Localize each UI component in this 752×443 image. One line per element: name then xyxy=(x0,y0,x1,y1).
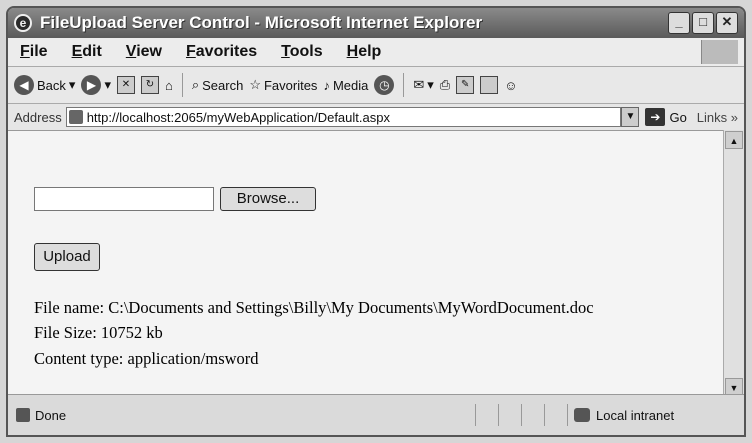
discuss-button[interactable] xyxy=(480,76,499,94)
go-button[interactable]: ➔ Go xyxy=(645,108,687,126)
windows-logo-icon xyxy=(701,40,738,64)
menu-help[interactable]: Help xyxy=(335,43,394,61)
toolbar-separator xyxy=(181,73,183,97)
edit-button[interactable]: ✎ xyxy=(456,76,475,94)
maximize-button[interactable]: □ xyxy=(692,12,714,34)
messenger-button[interactable]: ☺ xyxy=(504,78,517,93)
discuss-icon xyxy=(480,76,499,94)
status-cell xyxy=(521,404,544,426)
status-bar: Done Local intranet xyxy=(8,394,744,435)
toolbar-separator xyxy=(403,73,405,97)
page-done-icon xyxy=(16,408,30,422)
vertical-scrollbar[interactable]: ▲ ▼ xyxy=(723,130,744,397)
background-bleed-through xyxy=(338,136,738,391)
history-button[interactable]: ◷ xyxy=(374,75,395,95)
security-zone: Local intranet xyxy=(567,404,744,426)
print-button[interactable]: ⎙ xyxy=(440,77,450,93)
status-text: Done xyxy=(35,407,67,423)
status-cell xyxy=(475,404,498,426)
mail-icon: ✉ xyxy=(413,77,425,92)
search-icon: ⌕ xyxy=(191,77,200,92)
menu-edit[interactable]: Edit xyxy=(60,43,114,61)
address-dropdown-button[interactable]: ▼ xyxy=(621,107,640,127)
dropdown-icon: ▾ xyxy=(427,77,434,92)
address-input[interactable]: http://localhost:2065/myWebApplication/D… xyxy=(65,107,622,127)
stop-button[interactable]: ✕ xyxy=(116,76,135,94)
go-arrow-icon: ➔ xyxy=(645,108,666,126)
refresh-icon: ↻ xyxy=(140,76,159,94)
history-icon: ◷ xyxy=(374,75,395,95)
upload-button[interactable]: Upload xyxy=(34,243,100,271)
content-type-label: Content type: application/msword xyxy=(34,349,259,368)
intranet-icon xyxy=(574,408,590,422)
print-icon: ⎙ xyxy=(439,77,451,92)
status-cell xyxy=(544,404,567,426)
page-icon xyxy=(68,110,83,124)
favorites-button[interactable]: ☆ Favorites xyxy=(249,77,317,93)
home-button[interactable]: ⌂ xyxy=(165,78,173,93)
media-button[interactable]: ♪ Media xyxy=(323,78,368,93)
toolbar: ◀ Back ▾ ▶ ▾ ✕ ↻ ⌂ ⌕ Search ☆ Favorites … xyxy=(8,67,744,104)
address-url: http://localhost:2065/myWebApplication/D… xyxy=(86,109,390,125)
menu-bar: File Edit View Favorites Tools Help xyxy=(8,38,744,67)
scroll-up-icon[interactable]: ▲ xyxy=(725,131,743,149)
file-path-input[interactable] xyxy=(34,187,214,211)
address-label: Address xyxy=(14,109,62,125)
file-size-label: File Size: 10752 kb xyxy=(34,323,163,342)
menu-favorites[interactable]: Favorites xyxy=(174,43,269,61)
menu-file[interactable]: File xyxy=(8,43,60,61)
star-icon: ☆ xyxy=(249,77,261,92)
browser-window: e FileUpload Server Control - Microsoft … xyxy=(6,6,746,437)
edit-icon: ✎ xyxy=(456,76,475,94)
address-bar: Address http://localhost:2065/myWebAppli… xyxy=(8,104,744,131)
close-button[interactable]: ✕ xyxy=(716,12,738,34)
file-name-label: File name: C:\Documents and Settings\Bil… xyxy=(34,298,594,317)
stop-icon: ✕ xyxy=(116,76,135,94)
title-bar: e FileUpload Server Control - Microsoft … xyxy=(8,8,744,38)
menu-tools[interactable]: Tools xyxy=(269,43,334,61)
dropdown-icon: ▾ xyxy=(68,77,76,92)
dropdown-icon: ▾ xyxy=(104,77,111,92)
menu-view[interactable]: View xyxy=(114,43,174,61)
messenger-icon: ☺ xyxy=(504,77,518,93)
browse-button[interactable]: Browse... xyxy=(220,187,316,211)
media-icon: ♪ xyxy=(323,77,330,93)
forward-arrow-icon: ▶ xyxy=(81,75,102,95)
search-button[interactable]: ⌕ Search xyxy=(192,77,243,93)
status-cell xyxy=(498,404,521,426)
back-arrow-icon: ◀ xyxy=(14,75,34,95)
page-content: Browse... Upload File name: C:\Documents… xyxy=(8,130,728,398)
back-button[interactable]: ◀ Back ▾ xyxy=(14,75,75,95)
forward-button[interactable]: ▶ ▾ xyxy=(81,75,111,95)
minimize-button[interactable]: _ xyxy=(668,12,690,34)
links-button[interactable]: Links » xyxy=(697,110,738,125)
mail-button[interactable]: ✉ ▾ xyxy=(413,77,433,93)
ie-icon: e xyxy=(14,14,32,32)
refresh-button[interactable]: ↻ xyxy=(140,76,159,94)
window-title: FileUpload Server Control - Microsoft In… xyxy=(40,13,483,32)
home-icon: ⌂ xyxy=(164,77,173,93)
